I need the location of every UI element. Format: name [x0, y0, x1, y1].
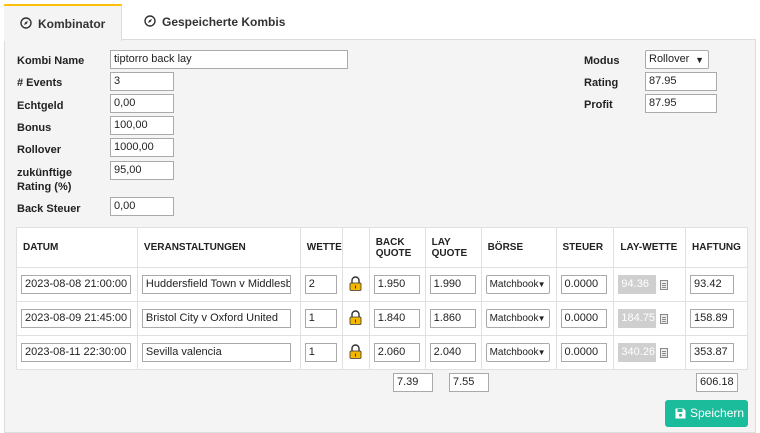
boerse-select[interactable]: Matchbook ▼ [485, 343, 550, 362]
echtgeld-label: Echtgeld [17, 100, 64, 112]
copy-icon[interactable] [660, 347, 669, 358]
compass-icon [144, 15, 156, 27]
future-rating-input[interactable]: 95,00 [110, 161, 174, 180]
steuer-input[interactable]: 0.0000 [560, 343, 607, 362]
back-steuer-label: Back Steuer [17, 203, 81, 215]
boerse-value: Matchbook [489, 279, 539, 290]
col-back-quote: BACK QUOTE [368, 227, 426, 268]
modus-select[interactable]: Rollover ▼ [645, 50, 709, 69]
boerse-value: Matchbook [489, 313, 539, 324]
haftung-total: 606.18 [696, 373, 738, 392]
col-lay-quote-line2: QUOTE [431, 247, 468, 259]
lay-wette-value: 340.26 [618, 343, 657, 362]
lay-wette-value: 94.36 [618, 275, 657, 294]
col-lock [341, 227, 370, 268]
col-boerse: BÖRSE [480, 227, 557, 268]
datum-input[interactable]: 2023-08-09 21:45:00 [21, 309, 131, 328]
rating-label: Rating [584, 77, 619, 89]
events-input[interactable]: 3 [110, 72, 174, 91]
chevron-down-icon: ▼ [537, 314, 546, 323]
chevron-down-icon: ▼ [695, 55, 704, 65]
copy-icon[interactable] [660, 279, 669, 290]
back-steuer-input[interactable]: 0,00 [110, 197, 174, 216]
event-input[interactable]: Bristol City v Oxford United [141, 309, 291, 328]
back-quote-input[interactable]: 1.950 [373, 275, 420, 294]
boerse-value: Matchbook [489, 347, 539, 358]
col-back-quote-line1: BACK [375, 236, 405, 248]
future-rating-label-line1: zukünftige [17, 167, 72, 179]
modus-label: Modus [584, 55, 620, 67]
modus-value: Rollover [649, 53, 690, 65]
profit-label: Profit [584, 99, 613, 111]
lock-icon[interactable] [349, 309, 362, 325]
copy-icon[interactable] [660, 313, 669, 324]
haftung-input[interactable]: 158.89 [690, 309, 735, 328]
col-lay-quote: LAY QUOTE [424, 227, 482, 268]
save-button-label: Speichern [690, 406, 745, 420]
lay-quote-total: 7.55 [449, 373, 489, 392]
col-wette: WETTE [299, 227, 343, 268]
bonus-label: Bonus [17, 122, 52, 134]
event-input[interactable]: Sevilla valencia [141, 343, 291, 362]
floppy-disk-icon [675, 408, 686, 419]
future-rating-label-line2: Rating (%) [17, 181, 72, 193]
tab-kombinator[interactable]: Kombinator [4, 4, 122, 41]
events-label: # Events [17, 77, 63, 89]
lay-wette-value: 184.75 [618, 309, 657, 328]
col-lay-quote-line1: LAY [431, 236, 451, 248]
col-datum: DATUM [16, 227, 138, 268]
rating-input[interactable]: 87.95 [645, 72, 717, 91]
event-input[interactable]: Huddersfield Town v Middlesbro [141, 275, 291, 294]
chevron-down-icon: ▼ [537, 280, 546, 289]
tab-gespeicherte-label: Gespeicherte Kombis [162, 15, 286, 29]
kombi-name-input[interactable]: tiptorro back lay [110, 50, 348, 69]
chevron-down-icon: ▼ [537, 348, 546, 357]
tab-gespeicherte-kombis[interactable]: Gespeicherte Kombis [128, 4, 285, 40]
wette-input[interactable]: 1 [304, 309, 337, 328]
echtgeld-input[interactable]: 0,00 [110, 94, 174, 113]
steuer-input[interactable]: 0.0000 [560, 275, 607, 294]
tab-kombinator-label: Kombinator [38, 17, 106, 31]
wette-input[interactable]: 2 [304, 275, 337, 294]
kombi-table: DATUM VERANSTALTUNGEN WETTE BACK QUOTE LA… [16, 227, 748, 370]
col-back-quote-line2: QUOTE [375, 247, 412, 259]
lay-quote-input[interactable]: 1.860 [429, 309, 476, 328]
col-lay-wette: LAY-WETTE [613, 227, 687, 268]
haftung-input[interactable]: 353.87 [690, 343, 735, 362]
boerse-select[interactable]: Matchbook ▼ [485, 309, 550, 328]
lay-quote-input[interactable]: 2.040 [429, 343, 476, 362]
lay-quote-input[interactable]: 1.990 [429, 275, 476, 294]
boerse-select[interactable]: Matchbook ▼ [485, 275, 550, 294]
table-row: 2023-08-11 22:30:00 Sevilla valencia 1 2… [16, 335, 748, 370]
bonus-input[interactable]: 100,00 [110, 116, 174, 135]
wette-input[interactable]: 1 [304, 343, 337, 362]
lock-icon[interactable] [349, 343, 362, 359]
datum-input[interactable]: 2023-08-08 21:00:00 [21, 275, 131, 294]
compass-icon [20, 17, 32, 29]
kombi-name-label: Kombi Name [17, 55, 85, 67]
col-steuer: STEUER [555, 227, 615, 268]
back-quote-input[interactable]: 2.060 [373, 343, 420, 362]
table-row: 2023-08-09 21:45:00 Bristol City v Oxfor… [16, 301, 748, 336]
table-header-row: DATUM VERANSTALTUNGEN WETTE BACK QUOTE LA… [16, 227, 748, 268]
rollover-label: Rollover [17, 144, 62, 156]
datum-input[interactable]: 2023-08-11 22:30:00 [21, 343, 131, 362]
back-quote-input[interactable]: 1.840 [373, 309, 420, 328]
col-haftung: HAFTUNG [685, 227, 748, 268]
lock-icon[interactable] [349, 275, 362, 291]
back-quote-total: 7.39 [393, 373, 433, 392]
tab-bar: Kombinator Gespeicherte Kombis [4, 4, 756, 41]
save-button[interactable]: Speichern [665, 400, 748, 427]
steuer-input[interactable]: 0.0000 [560, 309, 607, 328]
haftung-input[interactable]: 93.42 [690, 275, 735, 294]
table-row: 2023-08-08 21:00:00 Huddersfield Town v … [16, 267, 748, 302]
rollover-input[interactable]: 1000,00 [110, 138, 174, 157]
col-veranstaltungen: VERANSTALTUNGEN [136, 227, 301, 268]
profit-input[interactable]: 87.95 [645, 94, 717, 113]
